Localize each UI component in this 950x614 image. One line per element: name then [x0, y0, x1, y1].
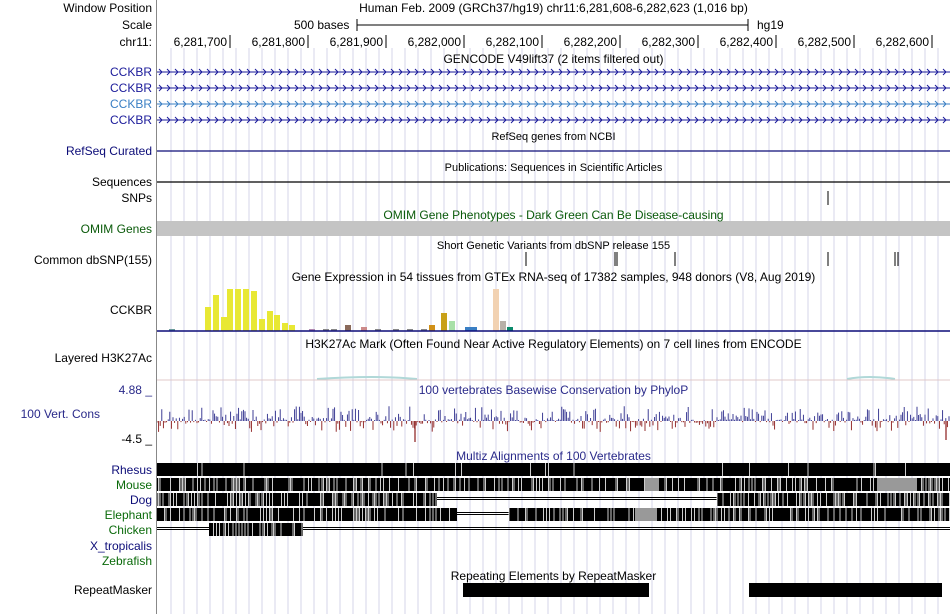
gencode-item-label[interactable]: CCKBR — [110, 81, 152, 95]
gtex-bar — [441, 313, 447, 331]
omim-track-title: OMIM Gene Phenotypes - Dark Green Can Be… — [383, 208, 724, 222]
alignment-block — [645, 478, 659, 491]
repeat-element — [749, 583, 942, 597]
gtex-bar — [213, 295, 219, 331]
alignment-block — [659, 478, 877, 491]
dbsnp-track-label[interactable]: Common dbSNP(155) — [34, 253, 152, 267]
refseq-track-title: RefSeq genes from NCBI — [491, 131, 616, 143]
multiz-species-label[interactable]: X_tropicalis — [90, 539, 152, 553]
gtex-bar — [493, 289, 499, 331]
scale-label: Scale — [121, 18, 152, 32]
alignment-block — [877, 478, 917, 491]
gtex-bar — [227, 289, 233, 331]
repeat-element — [463, 583, 649, 597]
alignment-block — [917, 478, 950, 491]
multiz-species-label[interactable]: Chicken — [109, 523, 152, 537]
refseq-track-label[interactable]: RefSeq Curated — [66, 144, 152, 158]
gtex-bar — [274, 315, 280, 331]
multiz-species-label[interactable]: Elephant — [105, 508, 152, 522]
repeatmasker-track-title: Repeating Elements by RepeatMasker — [450, 569, 657, 583]
ruler-tick-label: 6,282,300 — [641, 35, 695, 49]
ruler-tick-label: 6,282,500 — [797, 35, 851, 49]
conservation-track-title: 100 vertebrates Basewise Conservation by… — [418, 383, 689, 397]
h3k27ac-track-label[interactable]: Layered H3K27Ac — [55, 351, 152, 365]
assembly-label: hg19 — [757, 18, 784, 32]
gtex-bar — [289, 325, 295, 331]
publications-track-title: Publications: Sequences in Scientific Ar… — [444, 162, 663, 174]
gencode-track-title: GENCODE V49lift37 (2 items filtered out) — [443, 52, 664, 66]
window-position-label: Window Position — [63, 1, 152, 15]
repeatmasker-track-label[interactable]: RepeatMasker — [74, 583, 152, 597]
ruler-tick-label: 6,282,000 — [407, 35, 461, 49]
dbsnp-track-title: Short Genetic Variants from dbSNP releas… — [436, 240, 671, 252]
gtex-bar — [345, 325, 351, 331]
gtex-bar — [205, 307, 211, 331]
track-graphics[interactable] — [157, 0, 950, 614]
ruler-tick-label: 6,281,900 — [329, 35, 383, 49]
gtex-track-label[interactable]: CCKBR — [110, 303, 152, 317]
snps-track-label[interactable]: SNPs — [121, 191, 152, 205]
gtex-bar — [282, 323, 288, 331]
multiz-species-label[interactable]: Zebrafish — [102, 554, 152, 568]
alignment-block — [657, 508, 950, 521]
ruler-tick-label: 6,282,600 — [875, 35, 929, 49]
alignment-block — [635, 508, 657, 521]
gencode-item-label[interactable]: CCKBR — [110, 97, 152, 111]
phylop-positive — [161, 406, 950, 421]
phylop-negative — [157, 421, 948, 432]
alignment-block — [157, 478, 645, 491]
gtex-bar — [235, 289, 241, 331]
ruler-tick-label: 6,281,700 — [173, 35, 227, 49]
scale-text: 500 bases — [294, 18, 350, 32]
conservation-max-label: 4.88 _ — [118, 383, 152, 397]
track-label-column: Window Position Scale chr11: CCKBR CCKBR… — [0, 0, 156, 614]
alignment-block — [209, 523, 303, 536]
gencode-item-label[interactable]: CCKBR — [110, 113, 152, 127]
chrom-label: chr11: — [119, 35, 152, 49]
multiz-species-label[interactable]: Dog — [130, 493, 152, 507]
h3k27ac-track-title: H3K27Ac Mark (Often Found Near Active Re… — [305, 337, 802, 351]
h3k27ac-signal — [846, 376, 896, 380]
multiz-species-label[interactable]: Mouse — [116, 478, 152, 492]
ruler-tick-label: 6,282,100 — [485, 35, 539, 49]
alignment-block — [157, 463, 950, 476]
multiz-track-title: Multiz Alignments of 100 Vertebrates — [456, 449, 651, 463]
omim-bar — [157, 221, 950, 236]
gencode-item-label[interactable]: CCKBR — [110, 65, 152, 79]
gtex-bar — [500, 321, 506, 331]
gtex-bar — [243, 289, 249, 331]
h3k27ac-signal — [316, 376, 418, 380]
window-position-text: Human Feb. 2009 (GRCh37/hg19) chr11:6,28… — [359, 1, 748, 15]
gtex-bar — [259, 319, 265, 331]
publications-track-label[interactable]: Sequences — [92, 175, 152, 189]
gtex-bar — [251, 291, 257, 331]
gtex-bar — [267, 311, 273, 331]
omim-track-label[interactable]: OMIM Genes — [81, 222, 152, 236]
gtex-track-title: Gene Expression in 54 tissues from GTEx … — [291, 270, 816, 284]
conservation-track-label[interactable]: 100 Vert. Cons — [21, 407, 100, 421]
ruler-tick-label: 6,282,400 — [719, 35, 773, 49]
ruler-tick-label: 6,281,800 — [251, 35, 305, 49]
gtex-bar — [429, 325, 435, 331]
multiz-species-label[interactable]: Rhesus — [111, 463, 152, 477]
gtex-bar — [449, 321, 455, 331]
alignment-block — [509, 508, 635, 521]
ruler-tick-label: 6,282,200 — [563, 35, 617, 49]
browser-track-image[interactable]: Human Feb. 2009 (GRCh37/hg19) chr11:6,28… — [157, 0, 950, 614]
gtex-bar — [221, 317, 227, 331]
conservation-min-label: -4.5 _ — [121, 432, 152, 446]
